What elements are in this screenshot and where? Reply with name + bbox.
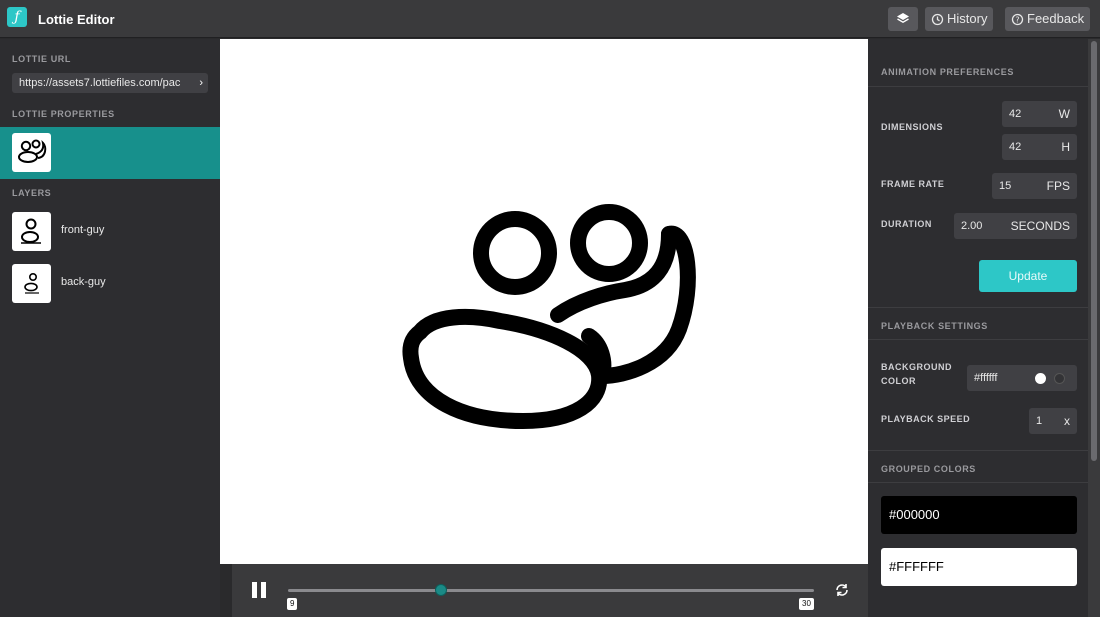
duration-input[interactable]: 2.00 SECONDS [954,213,1077,239]
width-unit: W [1058,107,1070,121]
fps-unit: FPS [1046,179,1070,193]
playback-settings-label: PLAYBACK SETTINGS [881,321,988,331]
color-swatch-white[interactable]: #FFFFFF [881,548,1077,586]
update-button[interactable]: Update [979,260,1077,292]
grouped-colors-label: GROUPED COLORS [881,464,976,474]
color-swatch-black[interactable]: #000000 [881,496,1077,534]
layer-thumbnail [12,264,51,303]
right-sidebar: ANIMATION PREFERENCES DIMENSIONS 42 W 42… [868,39,1088,617]
lottie-url-input[interactable]: https://assets7.lottiefiles.com/pac › [12,73,208,93]
layer-item[interactable]: back-guy [0,261,220,307]
fps-input[interactable]: 15 FPS [992,173,1077,199]
height-input[interactable]: 42 H [1002,134,1077,160]
lottie-properties-row[interactable] [0,127,220,179]
layers-button[interactable] [888,7,918,31]
history-icon [931,13,944,25]
playback-speed-value: 1 [1036,415,1043,427]
dimensions-label: DIMENSIONS [881,122,944,132]
frame-rate-label: FRAME RATE [881,179,945,189]
feedback-icon: ? [1011,13,1024,25]
history-label: History [947,11,988,26]
background-color-input[interactable]: #ffffff [967,365,1077,391]
svg-text:?: ? [1015,15,1019,24]
right-scrollbar[interactable] [1088,39,1100,617]
frame-end-badge: 30 [799,598,814,610]
playback-speed-input[interactable]: 1 x [1029,408,1077,434]
frame-start-badge: 9 [287,598,298,610]
chevron-right-icon[interactable]: › [199,73,203,93]
duration-label: DURATION [881,219,932,229]
duration-value: 2.00 [961,220,983,232]
divider [868,450,1088,451]
layers-icon [897,13,909,24]
layer-name: back-guy [61,276,106,288]
width-value: 42 [1009,108,1022,120]
feedback-button[interactable]: ? Feedback [1005,7,1091,31]
lottie-url-value: https://assets7.lottiefiles.com/pac [19,77,181,89]
top-bar: ƒ Lottie Editor History ? Feedback [0,0,1100,38]
lottie-url-label: LOTTIE URL [12,54,71,64]
background-color-label-line2: COLOR [881,376,916,386]
player-controls: 9 30 [232,564,868,617]
pause-icon[interactable] [251,582,267,598]
animation-canvas[interactable] [220,39,868,564]
lottie-properties-label: LOTTIE PROPERTIES [12,109,115,119]
fps-value: 15 [999,180,1012,192]
divider [868,339,1088,340]
app-title: Lottie Editor [38,12,115,27]
divider [868,482,1088,483]
layer-name: front-guy [61,224,105,236]
scrollbar-thumb[interactable] [1091,41,1097,461]
lottie-animation-preview [402,204,696,429]
duration-unit: SECONDS [1010,219,1070,233]
history-button[interactable]: History [925,7,994,31]
playback-speed-label: PLAYBACK SPEED [881,414,971,424]
divider [868,307,1088,308]
height-unit: H [1061,140,1070,154]
background-color-label: BACKGROUND COLOR [881,360,952,388]
lottie-thumbnail [12,133,51,172]
layers-label: LAYERS [12,188,52,198]
timeline-knob[interactable] [434,584,447,596]
playback-speed-unit: x [1064,414,1070,428]
animation-preferences-label: ANIMATION PREFERENCES [881,67,1014,77]
left-sidebar: LOTTIE URL https://assets7.lottiefiles.c… [0,39,220,617]
layer-item[interactable]: front-guy [0,209,220,255]
divider [868,86,1088,87]
background-color-value: #ffffff [974,372,998,384]
layer-thumbnail [12,212,51,251]
feedback-label: Feedback [1027,11,1085,26]
lottie-logo-icon: ƒ [7,7,27,27]
loop-icon[interactable] [833,581,851,599]
background-color-label-line1: BACKGROUND [881,362,952,372]
timeline-track[interactable] [288,589,814,592]
height-value: 42 [1009,141,1022,153]
width-input[interactable]: 42 W [1002,101,1077,127]
white-dot-icon[interactable] [1035,373,1046,384]
dark-dot-icon[interactable] [1054,373,1065,384]
